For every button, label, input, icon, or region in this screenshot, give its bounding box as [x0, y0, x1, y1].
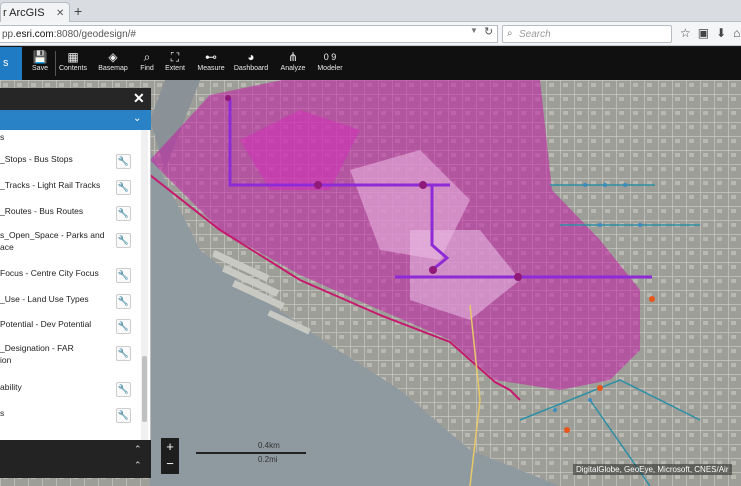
browser-tabstrip: r ArcGIS ✕ + [0, 0, 741, 22]
close-icon[interactable]: ✕ [133, 90, 145, 107]
map-attribution: DigitalGlobe, GeoEye, Microsoft, CNES/Ai… [573, 464, 732, 475]
extent-icon: ⛶ [170, 50, 180, 64]
save-icon: 💾 [32, 50, 48, 64]
zoom-out-button[interactable]: − [161, 455, 179, 472]
layers-panel: ✕ ⌄ s _Stops - Bus Stops 🔧 _Tracks - Ligh… [0, 88, 151, 478]
panel-section-bar[interactable]: ⌄ [0, 110, 151, 130]
layer-label: Potential - Dev Potential [0, 319, 92, 329]
find-button[interactable]: ⌕ Find [137, 50, 157, 78]
scrollbar-thumb[interactable] [142, 356, 147, 422]
measure-label: Measure [197, 65, 225, 72]
zoom-control: + − [161, 438, 179, 474]
url-prefix: pp. [2, 29, 16, 40]
wrench-icon[interactable]: 🔧 [116, 319, 131, 334]
ruler-icon: ⊷ [205, 50, 217, 64]
dashboard-icon: ◕ [247, 50, 255, 64]
layer-label: ace [0, 242, 14, 252]
layer-label: _Designation - FAR [0, 343, 74, 353]
chevron-up-icon[interactable]: ⌃ [134, 444, 142, 455]
layer-label: _Use - Land Use Types [0, 294, 89, 304]
save-label: Save [32, 65, 48, 72]
wrench-icon[interactable]: 🔧 [116, 408, 131, 423]
app-menu-button[interactable]: s [0, 47, 22, 80]
browser-tab[interactable]: r ArcGIS ✕ [0, 2, 70, 22]
zoom-in-button[interactable]: + [161, 438, 179, 455]
analyze-icon: ⋔ [287, 50, 299, 64]
new-tab-icon[interactable]: + [74, 3, 82, 19]
chevron-down-icon[interactable]: ⌄ [133, 113, 141, 124]
save-button[interactable]: 💾 Save [28, 50, 52, 78]
dashboard-button[interactable]: ◕ Dashboard [233, 50, 269, 78]
panel-header: ✕ [0, 88, 151, 110]
scale-km-label: 0.4km [258, 441, 280, 450]
wrench-icon[interactable]: 🔧 [116, 268, 131, 283]
browser-navbar: pp.esri.com:8080/geodesign/# ▼ ↻ ⌕ Searc… [0, 22, 741, 46]
chevron-up-icon[interactable]: ⌃ [134, 460, 142, 471]
url-host: esri.com [15, 29, 54, 40]
tab-title: r ArcGIS [3, 7, 45, 19]
layer-label: s_Open_Space - Parks and [0, 230, 105, 240]
layer-label: Focus - Centre City Focus [0, 268, 99, 278]
contents-button[interactable]: ▦ Contents [58, 50, 88, 78]
url-path: :8080/geodesign/# [53, 29, 136, 40]
scale-mi-label: 0.2mi [258, 455, 278, 464]
layer-list: s _Stops - Bus Stops 🔧 _Tracks - Light Ra… [0, 130, 151, 440]
modeler-label: Modeler [317, 65, 343, 72]
url-dropdown-icon[interactable]: ▼ [470, 26, 478, 35]
layers-icon: ◈ [108, 50, 118, 64]
modeler-button[interactable]: 0 9 Modeler [315, 50, 345, 78]
layer-label: _Stops - Bus Stops [0, 154, 73, 164]
search-placeholder: Search [519, 29, 551, 40]
search-icon: ⌕ [143, 50, 151, 64]
measure-button[interactable]: ⊷ Measure [196, 50, 226, 78]
wrench-icon[interactable]: 🔧 [116, 294, 131, 309]
contents-label: Contents [58, 65, 88, 72]
panel-scrollbar[interactable] [141, 130, 148, 440]
wrench-icon[interactable]: 🔧 [116, 346, 131, 361]
layer-label: s [0, 132, 5, 142]
panel-footer: ⌃ ⌃ [0, 440, 151, 478]
dashboard-label: Dashboard [233, 65, 269, 72]
address-bar[interactable]: pp.esri.com:8080/geodesign/# [0, 25, 498, 43]
browser-action-icons[interactable]: ☆▣⬇⌂≡ [680, 26, 741, 40]
browser-search-input[interactable]: ⌕ Search [502, 25, 672, 43]
wrench-icon[interactable]: 🔧 [116, 206, 131, 221]
layer-label: s [0, 408, 5, 418]
search-icon: ⌕ [507, 28, 513, 39]
wrench-icon[interactable]: 🔧 [116, 382, 131, 397]
toolbar-divider [55, 51, 56, 76]
find-label: Find [140, 65, 154, 72]
basemap-button[interactable]: ◈ Basemap [97, 50, 129, 78]
layer-label: _Routes - Bus Routes [0, 206, 84, 216]
modeler-icon: 0 9 [323, 52, 337, 62]
basemap-label: Basemap [98, 65, 128, 72]
layer-label: ability [0, 382, 22, 392]
analyze-label: Analyze [280, 65, 306, 72]
tab-close-icon[interactable]: ✕ [56, 8, 64, 19]
scale-line [196, 452, 306, 454]
layer-label: ion [0, 355, 12, 365]
grid-icon: ▦ [67, 50, 79, 64]
wrench-icon[interactable]: 🔧 [116, 154, 131, 169]
wrench-icon[interactable]: 🔧 [116, 180, 131, 195]
layer-label: _Tracks - Light Rail Tracks [0, 180, 101, 190]
scale-bar: 0.4km 0.2mi [196, 441, 310, 464]
reload-icon[interactable]: ↻ [484, 25, 493, 38]
app-toolbar: s 💾 Save ▦ Contents ◈ Basemap ⌕ Find ⛶ E… [0, 47, 741, 80]
analyze-button[interactable]: ⋔ Analyze [279, 50, 307, 78]
extent-label: Extent [165, 65, 185, 72]
extent-button[interactable]: ⛶ Extent [163, 50, 187, 78]
wrench-icon[interactable]: 🔧 [116, 233, 131, 248]
